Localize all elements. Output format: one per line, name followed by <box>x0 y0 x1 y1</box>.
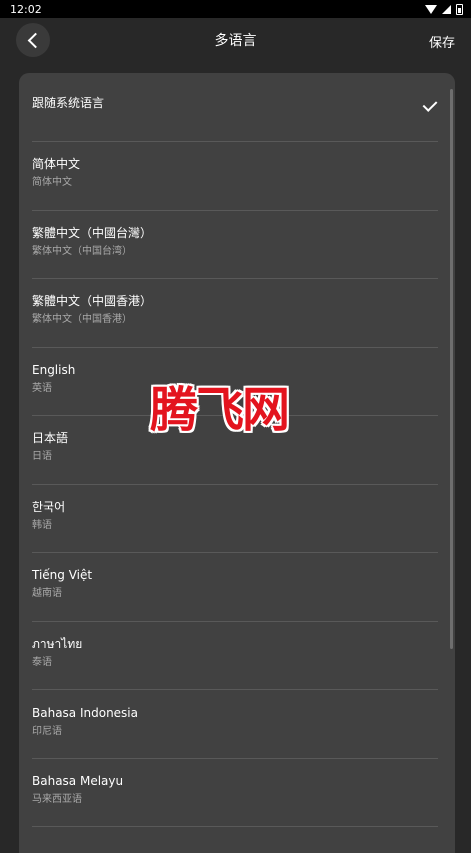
status-bar: 12:02 <box>0 0 471 18</box>
language-title: 跟随系统语言 <box>32 96 105 110</box>
language-item[interactable]: 简体中文 简体中文 <box>32 156 438 211</box>
status-time: 12:02 <box>10 2 42 16</box>
language-subtitle: 越南语 <box>32 588 62 599</box>
language-title: 한국어 <box>32 500 66 514</box>
header: 多语言 保存 <box>0 18 471 64</box>
language-subtitle: 简体中文 <box>32 177 72 188</box>
status-icons <box>425 3 463 15</box>
language-item[interactable]: 繁體中文（中國香港） 繁体中文（中国香港） <box>32 293 438 348</box>
language-title: 繁體中文（中國香港） <box>32 294 153 308</box>
scrollbar[interactable] <box>450 89 453 649</box>
language-item[interactable]: 한국어 韩语 <box>32 499 438 553</box>
battery-icon <box>456 3 463 15</box>
signal-icon <box>442 4 451 14</box>
language-title: 繁體中文（中國台灣） <box>32 226 153 240</box>
language-item[interactable]: 繁體中文（中國台灣） 繁体中文（中国台湾） <box>32 225 438 279</box>
language-title: Bahasa Melayu <box>32 774 124 788</box>
save-button[interactable]: 保存 <box>429 32 455 51</box>
language-title: Bahasa Indonesia <box>32 706 138 720</box>
watermark-logo: 腾飞网 <box>150 382 290 438</box>
language-item-follow-system[interactable]: 跟随系统语言 <box>32 95 438 142</box>
language-subtitle: 日语 <box>32 451 52 462</box>
language-subtitle: 繁体中文（中国香港） <box>32 314 132 325</box>
language-item[interactable]: Tiếng Việt 越南语 <box>32 567 438 622</box>
language-title: 简体中文 <box>32 157 81 171</box>
language-subtitle: 马来西亚语 <box>32 794 82 805</box>
language-item[interactable]: Bahasa Indonesia 印尼语 <box>32 705 438 759</box>
language-subtitle: 繁体中文（中国台湾） <box>32 246 132 257</box>
language-title: Tiếng Việt <box>32 568 93 582</box>
language-subtitle: 韩语 <box>32 520 52 531</box>
language-title: ภาษาไทย <box>32 637 83 651</box>
language-item[interactable]: Bahasa Melayu 马来西亚语 <box>32 773 438 827</box>
page-title: 多语言 <box>214 33 257 49</box>
language-list: 跟随系统语言 简体中文 简体中文 繁體中文（中國台灣） 繁体中文（中国台湾） 繁… <box>19 73 455 853</box>
language-item[interactable]: ภาษาไทย 泰语 <box>32 636 438 690</box>
language-subtitle: 印尼语 <box>32 726 62 737</box>
wifi-icon <box>425 4 437 14</box>
language-subtitle: 泰语 <box>32 657 52 668</box>
